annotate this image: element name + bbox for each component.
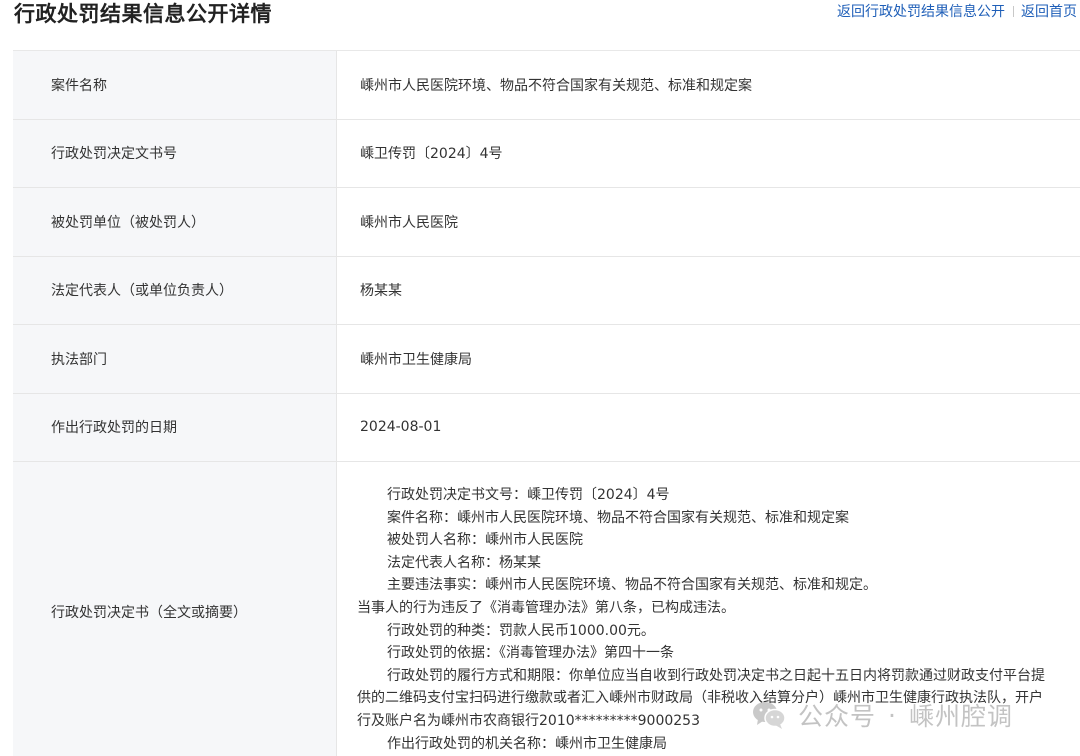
row-value: 2024-08-01	[360, 419, 442, 436]
row-value: 嵊卫传罚〔2024〕4号	[360, 146, 503, 163]
watermark-separator: ·	[888, 700, 897, 730]
decision-line-penalty-type: 行政处罚的种类：罚款人民币1000.00元。	[387, 622, 655, 639]
table-row: 执法部门 嵊州市卫生健康局	[13, 325, 1080, 394]
page-header: 行政处罚结果信息公开详情 返回行政处罚结果信息公开 返回首页	[0, 0, 1080, 30]
back-to-home-link[interactable]: 返回首页	[1021, 4, 1077, 20]
table-row: 法定代表人（或单位负责人） 杨某某	[13, 256, 1080, 325]
decision-line-representative: 法定代表人名称：杨某某	[387, 554, 541, 571]
watermark-account-name: 嵊州腔调	[908, 702, 1013, 731]
row-label: 被处罚单位（被处罚人）	[13, 188, 337, 256]
row-value: 嵊州市人民医院环境、物品不符合国家有关规范、标准和规定案	[360, 77, 752, 94]
row-value: 杨某某	[360, 283, 402, 300]
table-row: 作出行政处罚的日期 2024-08-01	[13, 393, 1080, 462]
decision-line-facts: 主要违法事实：嵊州市人民医院环境、物品不符合国家有关规范、标准和规定。	[387, 577, 877, 594]
row-label: 案件名称	[13, 51, 337, 119]
decision-line-authority: 作出行政处罚的机关名称：嵊州市卫生健康局	[387, 735, 667, 752]
table-row: 行政处罚决定文书号 嵊卫传罚〔2024〕4号	[13, 119, 1080, 188]
decision-line-doc-number: 行政处罚决定书文号：嵊卫传罚〔2024〕4号	[387, 487, 670, 503]
detail-table: 案件名称 嵊州市人民医院环境、物品不符合国家有关规范、标准和规定案 行政处罚决定…	[13, 50, 1080, 756]
link-divider	[1013, 6, 1014, 17]
back-to-list-link[interactable]: 返回行政处罚结果信息公开	[837, 4, 1005, 20]
watermark-source: 公众号	[798, 702, 877, 731]
table-row: 被处罚单位（被处罚人） 嵊州市人民医院	[13, 188, 1080, 257]
watermark: 公众号 · 嵊州腔调	[752, 698, 1013, 732]
wechat-icon	[753, 702, 786, 729]
decision-line-basis: 行政处罚的依据：《消毒管理办法》第四十一条	[387, 645, 674, 662]
page-title: 行政处罚结果信息公开详情	[14, 2, 272, 26]
row-label: 执法部门	[13, 325, 337, 393]
decision-line-violation: 当事人的行为违反了《消毒管理办法》第八条，已构成违法。	[357, 599, 735, 616]
row-value: 嵊州市人民医院	[360, 214, 458, 231]
row-label: 行政处罚决定文书号	[13, 119, 337, 187]
decision-line-party: 被处罚人名称：嵊州市人民医院	[387, 532, 583, 549]
table-row: 案件名称 嵊州市人民医院环境、物品不符合国家有关规范、标准和规定案	[13, 51, 1080, 120]
header-links: 返回行政处罚结果信息公开 返回首页	[837, 2, 1077, 22]
row-value: 嵊州市卫生健康局	[360, 351, 472, 368]
page: 行政处罚结果信息公开详情 返回行政处罚结果信息公开 返回首页 案件名称 嵊州市人民…	[0, 0, 1080, 756]
decision-line-case-name: 案件名称：嵊州市人民医院环境、物品不符合国家有关规范、标准和规定案	[387, 509, 849, 526]
decision-label: 行政处罚决定书（全文或摘要）	[13, 462, 337, 756]
row-label: 法定代表人（或单位负责人）	[13, 256, 337, 324]
row-label: 作出行政处罚的日期	[13, 393, 337, 461]
